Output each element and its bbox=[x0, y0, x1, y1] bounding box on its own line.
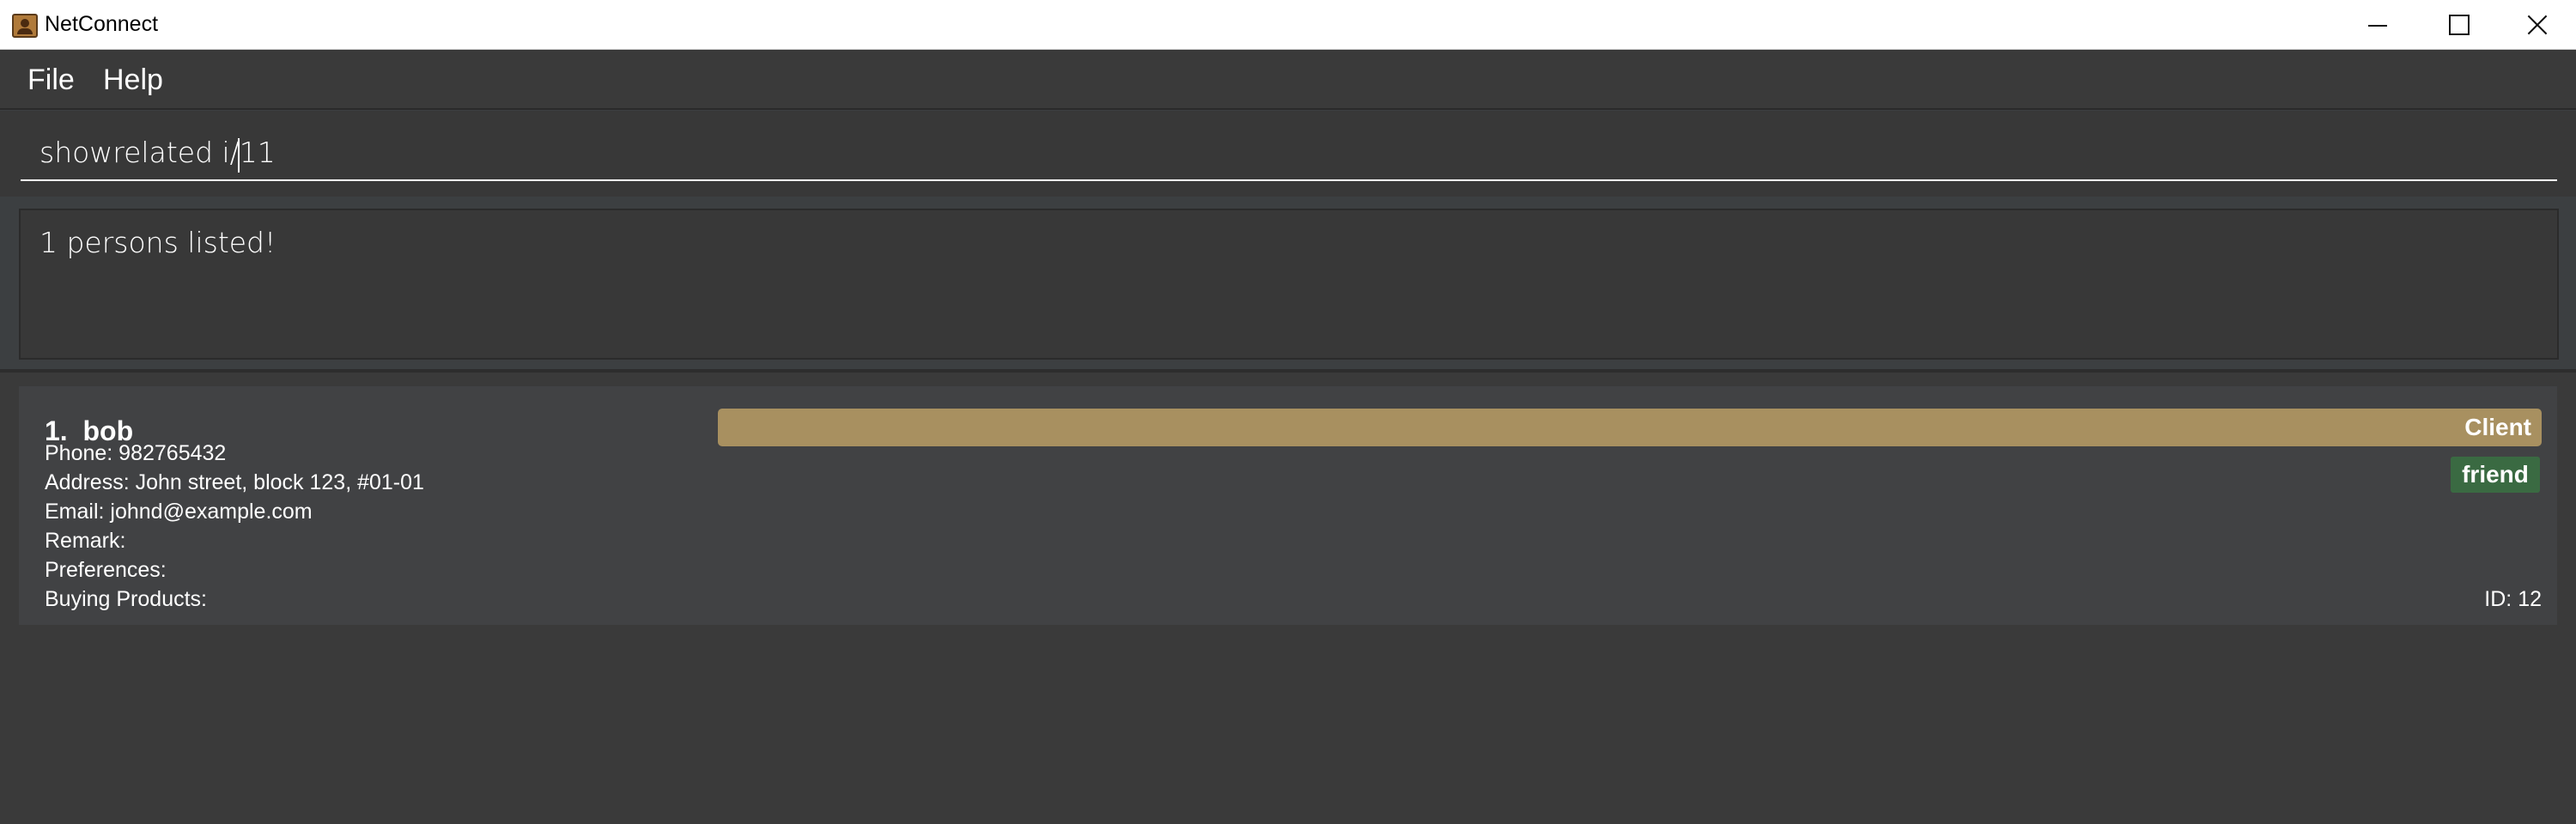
menu-bar: File Help bbox=[0, 50, 2576, 110]
person-card[interactable]: 1. bob Phone: 982765432 Address: John st… bbox=[19, 386, 2557, 625]
text-caret bbox=[238, 138, 240, 173]
result-display[interactable]: 1 persons listed! bbox=[19, 209, 2559, 360]
person-remark: Remark: bbox=[45, 529, 126, 553]
client-role-label: Client bbox=[2464, 414, 2531, 440]
maximize-button[interactable] bbox=[2418, 0, 2497, 50]
menu-help[interactable]: Help bbox=[103, 64, 163, 97]
result-message: 1 persons listed! bbox=[39, 226, 276, 259]
person-email: Email: johnd@example.com bbox=[45, 500, 313, 524]
person-phone: Phone: 982765432 bbox=[45, 441, 227, 465]
command-input[interactable] bbox=[21, 124, 2557, 181]
person-address: Address: John street, block 123, #01-01 bbox=[45, 470, 424, 494]
tag-friend: friend bbox=[2451, 457, 2540, 493]
person-preferences: Preferences: bbox=[45, 558, 167, 582]
person-list[interactable]: 1. bob Phone: 982765432 Address: John st… bbox=[0, 373, 2576, 824]
minimize-button[interactable] bbox=[2337, 0, 2416, 50]
contact-book-icon bbox=[12, 14, 38, 38]
close-button[interactable] bbox=[2497, 0, 2576, 50]
command-box-area bbox=[0, 111, 2576, 197]
person-id: ID: 12 bbox=[2484, 587, 2542, 611]
person-buying-products: Buying Products: bbox=[45, 587, 207, 611]
client-role-bar: Client bbox=[718, 409, 2542, 446]
menu-file[interactable]: File bbox=[27, 64, 75, 97]
window-title: NetConnect bbox=[45, 12, 159, 36]
title-bar: NetConnect bbox=[0, 0, 2576, 50]
